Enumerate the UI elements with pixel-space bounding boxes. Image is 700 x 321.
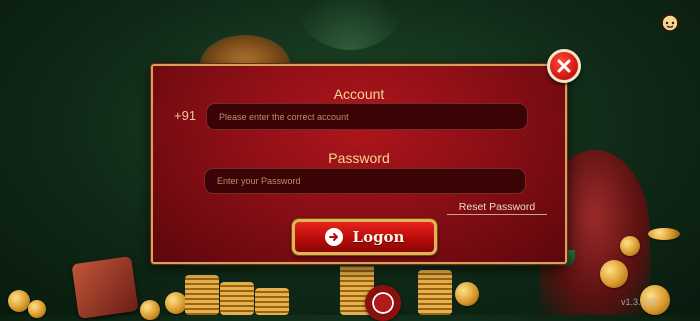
account-input[interactable] xyxy=(206,103,528,130)
country-code: +91 xyxy=(174,108,197,123)
password-label: Password xyxy=(328,150,390,166)
logon-label: Logon xyxy=(352,228,405,246)
logon-button[interactable]: Logon xyxy=(292,219,437,255)
close-icon xyxy=(557,59,571,73)
background-fan-decoration xyxy=(290,0,410,50)
background-playing-card xyxy=(71,256,139,319)
version-label: v1.3.1(0) xyxy=(621,297,657,307)
password-input[interactable] xyxy=(204,168,526,194)
reset-password-link[interactable]: Reset Password xyxy=(447,201,547,215)
support-chat-icon[interactable] xyxy=(656,10,684,36)
arrow-right-icon xyxy=(324,228,343,246)
account-label: Account xyxy=(333,86,385,102)
close-button[interactable] xyxy=(547,49,581,83)
